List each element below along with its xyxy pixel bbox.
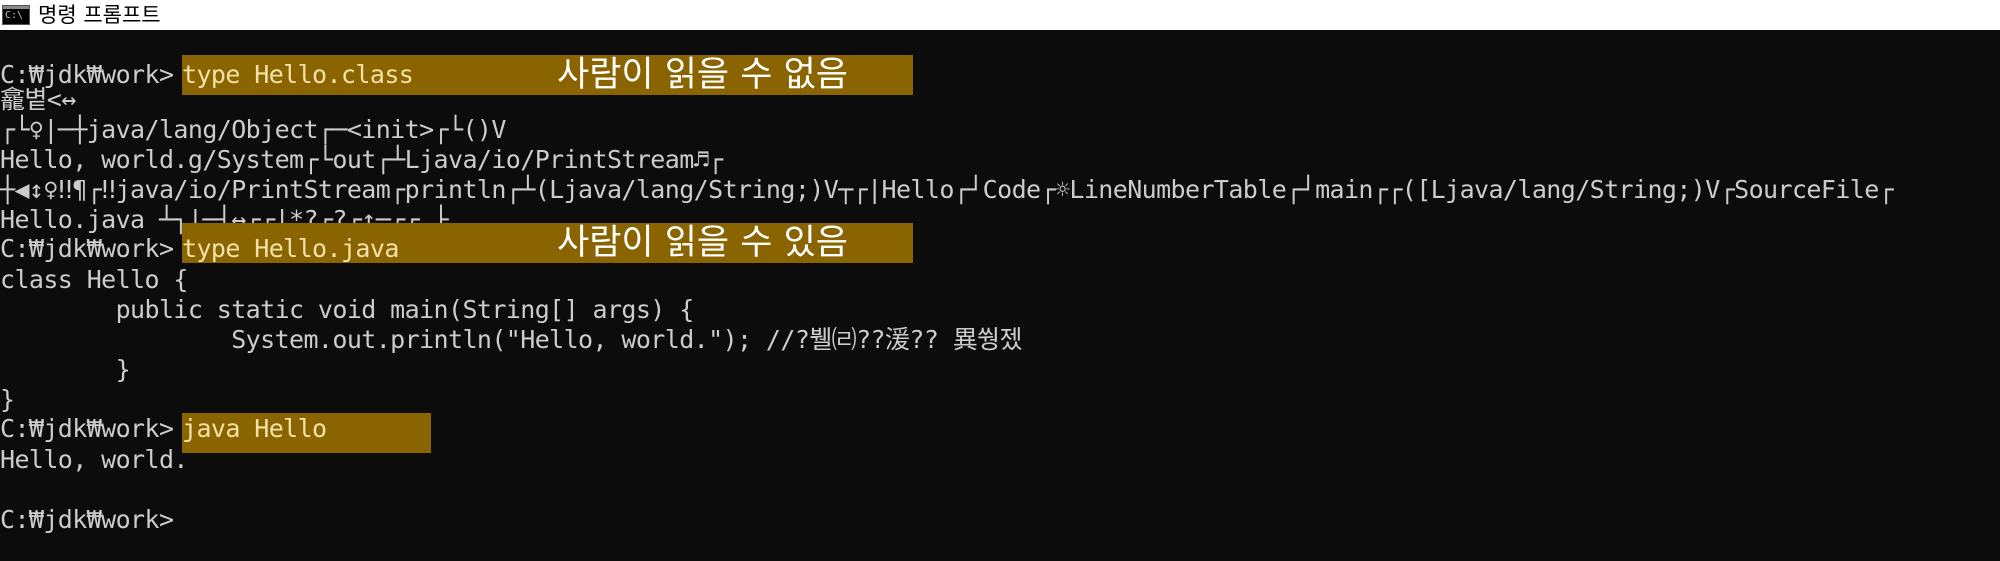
cmd-app-icon-text: C:\ (5, 10, 24, 21)
command-prompt-window: C:\ 명령 프롬프트 C:₩jdk₩work> type Hello.clas… (0, 0, 2000, 561)
console-line: System.out.println("Hello, world."); //?… (0, 325, 1022, 354)
window-title: 명령 프롬프트 (38, 3, 161, 27)
final-prompt: C:₩jdk₩work> (0, 505, 174, 534)
console-line: ┼◀↕♀‼¶┌‼java/io/PrintStream┌println┌┴(Lj… (0, 175, 1894, 204)
title-bar[interactable]: C:\ 명령 프롬프트 (0, 0, 2000, 30)
console-line: } (0, 355, 131, 384)
console-line-cmd3: C:₩jdk₩work> java Hello (0, 413, 2000, 453)
console-line-cmd1: C:₩jdk₩work> type Hello.class 사람이 읽을 수 없… (0, 55, 2000, 95)
console-line: public static void main(String[] args) { (0, 295, 695, 324)
console-line: Hello, world.g/System┌└out┌┴Ljava/io/Pri… (0, 145, 723, 174)
prompt: C:₩jdk₩work> (0, 234, 174, 263)
console-line: class Hello { (0, 265, 188, 294)
console-line: 龕볕<↔ (0, 85, 76, 114)
console-line: Hello, world. (0, 445, 188, 474)
console-line: ┌└♀|─┼java/lang/Object┌─<init>┌└()V (0, 115, 506, 144)
cmd-app-icon: C:\ (2, 5, 30, 25)
command-text: java Hello (182, 414, 327, 443)
console-line-cmd2: C:₩jdk₩work> type Hello.java 사람이 읽을 수 있음 (0, 223, 2000, 265)
annotation-readable: 사람이 읽을 수 있음 (557, 223, 848, 263)
console-output[interactable]: C:₩jdk₩work> type Hello.class 사람이 읽을 수 없… (0, 55, 2000, 535)
prompt: C:₩jdk₩work> (0, 414, 174, 443)
command-text: type Hello.java (182, 234, 399, 263)
